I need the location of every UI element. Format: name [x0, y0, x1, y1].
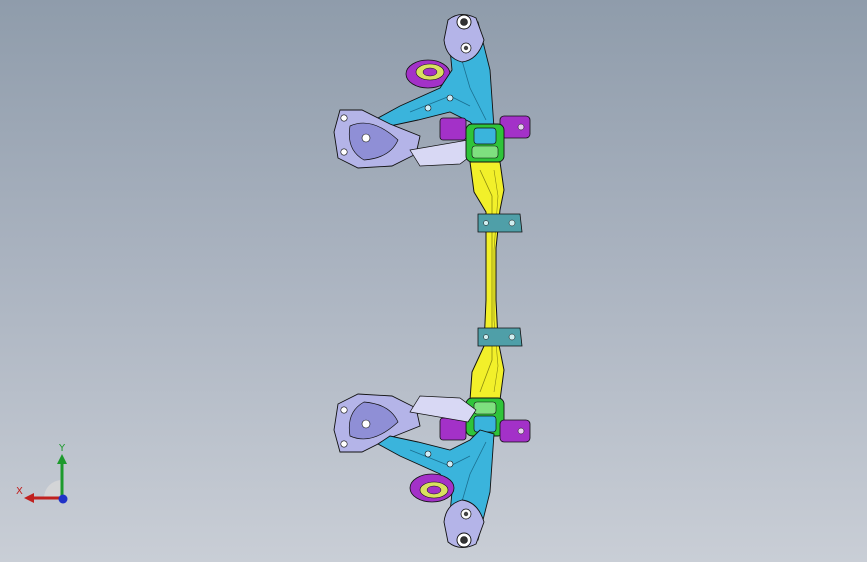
crossmember: [469, 161, 523, 401]
upper-assembly: [333, 14, 531, 169]
y-axis-label: Y: [59, 443, 66, 454]
lower-assembly: [333, 393, 531, 548]
upper-left-mount-block: [439, 117, 467, 141]
cad-viewport[interactable]: X Y: [0, 0, 867, 562]
triad-graphic: [24, 454, 68, 504]
triad-plane-shade: [44, 480, 62, 498]
center-bracket-upper: [477, 213, 523, 233]
lower-rubber-mount: [409, 473, 455, 503]
upper-bushing: [465, 123, 505, 163]
y-axis-head: [57, 454, 67, 464]
subframe-model[interactable]: [0, 0, 867, 562]
x-axis-head: [24, 493, 34, 503]
coordinate-triad: X Y: [14, 440, 78, 506]
lower-right-mount-block: [499, 419, 531, 443]
z-axis-dot: [58, 494, 68, 504]
x-axis-label: X: [16, 486, 23, 497]
upper-right-mount-block: [499, 115, 531, 139]
center-bracket-lower: [477, 327, 523, 347]
